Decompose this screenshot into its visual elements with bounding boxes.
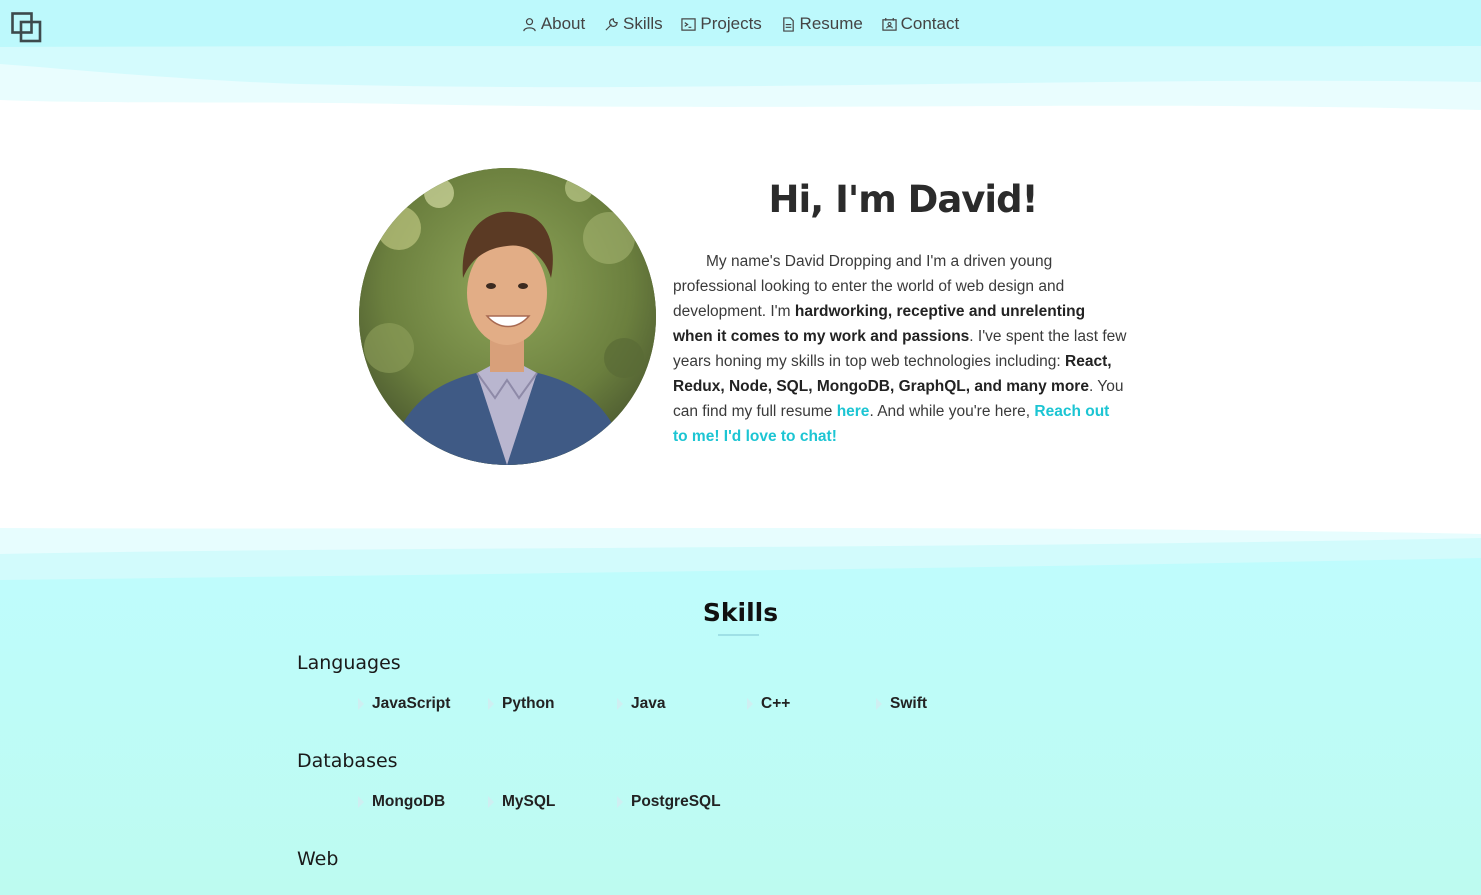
caret-right-icon	[617, 796, 623, 808]
document-icon	[782, 16, 794, 32]
caret-right-icon	[488, 796, 494, 808]
nav-item-contact[interactable]: Contact	[881, 14, 960, 34]
nav-label-contact: Contact	[900, 14, 960, 33]
skill-item[interactable]: Java	[617, 695, 665, 713]
skills-section-title: Skills	[702, 598, 779, 627]
skill-item[interactable]: C++	[747, 695, 790, 713]
nav-label-projects: Projects	[700, 14, 762, 33]
contact-card-icon	[881, 17, 897, 31]
hero-intro-paragraph: My name's David Dropping and I'm a drive…	[673, 249, 1128, 449]
skill-label: MySQL	[502, 793, 556, 810]
top-navigation: About Skills Projects Resume Contact	[0, 0, 1481, 110]
user-icon	[523, 17, 536, 31]
skill-item[interactable]: Swift	[876, 695, 927, 713]
skills-title-underline	[718, 634, 759, 636]
main-nav: About Skills Projects Resume Contact	[0, 14, 1481, 37]
nav-label-skills: Skills	[622, 14, 663, 33]
caret-right-icon	[747, 698, 753, 710]
skill-label: MongoDB	[372, 793, 446, 810]
skill-label: C++	[761, 695, 791, 712]
skill-item[interactable]: PostgreSQL	[617, 793, 721, 811]
skill-label: Java	[631, 695, 666, 712]
nav-label-resume: Resume	[799, 14, 863, 33]
caret-right-icon	[358, 796, 364, 808]
nav-label-about: About	[540, 14, 586, 33]
skill-item[interactable]: Python	[488, 695, 555, 713]
nav-item-resume[interactable]: Resume	[781, 14, 863, 34]
resume-link[interactable]: here	[837, 403, 870, 420]
skill-item[interactable]: JavaScript	[358, 695, 450, 713]
skill-group-title-databases: Databases	[297, 750, 398, 772]
nav-item-skills[interactable]: Skills	[604, 14, 663, 34]
skill-label: Python	[502, 695, 555, 712]
skill-label: Swift	[890, 695, 928, 712]
terminal-icon	[681, 17, 697, 31]
nav-item-projects[interactable]: Projects	[681, 14, 762, 34]
caret-right-icon	[358, 698, 364, 710]
skill-label: PostgreSQL	[631, 793, 721, 810]
nav-item-about[interactable]: About	[522, 14, 585, 34]
skill-item[interactable]: MongoDB	[358, 793, 445, 811]
skill-group-title-web: Web	[297, 848, 339, 870]
intro-text-4: . And while you're here,	[869, 403, 1035, 420]
profile-photo	[359, 168, 656, 465]
caret-right-icon	[617, 698, 623, 710]
skills-wave-background	[0, 528, 1481, 895]
caret-right-icon	[488, 698, 494, 710]
skill-group-title-languages: Languages	[297, 652, 401, 674]
skill-item[interactable]: MySQL	[488, 793, 555, 811]
skill-label: JavaScript	[372, 695, 451, 712]
wrench-icon	[605, 17, 618, 31]
caret-right-icon	[876, 698, 882, 710]
hero-title: Hi, I'm David!	[768, 178, 1039, 221]
